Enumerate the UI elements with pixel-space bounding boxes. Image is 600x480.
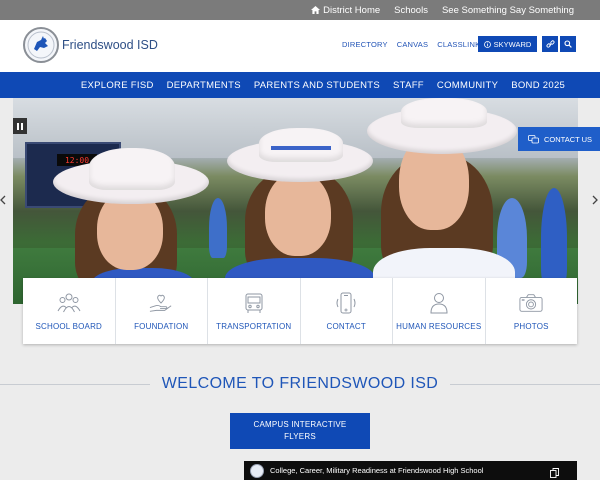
directory-link[interactable]: DIRECTORY [342, 40, 388, 49]
quick-links-bar: SCHOOL BOARD FOUNDATION TRANSPORTATION C… [23, 278, 577, 344]
slideshow-previous-button[interactable] [0, 194, 6, 208]
hero-slideshow-image: 12:00 [13, 98, 578, 304]
chevron-right-icon [592, 195, 598, 205]
district-logo[interactable] [23, 27, 59, 63]
contact-us-label: CONTACT US [544, 134, 593, 144]
quick-link-foundation[interactable]: FOUNDATION [116, 278, 208, 344]
quick-link-photos[interactable]: PHOTOS [486, 278, 578, 344]
slideshow-pause-button[interactable] [13, 118, 27, 134]
district-home-link[interactable]: District Home [311, 5, 380, 16]
hand-heart-icon [149, 291, 173, 315]
nav-staff[interactable]: STAFF [393, 80, 424, 91]
link-icon [545, 39, 555, 48]
header-links: DIRECTORY CANVAS CLASSLINK [342, 40, 480, 49]
site-name[interactable]: Friendswood ISD [62, 38, 158, 52]
skyward-button[interactable]: SKYWARD [478, 36, 537, 52]
nav-departments[interactable]: DEPARTMENTS [167, 80, 241, 91]
dancer-face [265, 172, 331, 256]
quick-link-label: HUMAN RESOURCES [396, 322, 482, 331]
quick-link-label: CONTACT [326, 322, 366, 331]
nav-community[interactable]: COMMUNITY [437, 80, 498, 91]
search-icon [564, 40, 572, 48]
nav-explore-fisd[interactable]: EXPLORE FISD [81, 80, 154, 91]
district-home-label: District Home [323, 4, 381, 16]
nav-bond-2025[interactable]: BOND 2025 [511, 80, 565, 91]
quick-link-human-resources[interactable]: HUMAN RESOURCES [393, 278, 486, 344]
quick-link-label: TRANSPORTATION [216, 322, 292, 331]
info-icon [483, 40, 491, 48]
canvas-link[interactable]: CANVAS [397, 40, 429, 49]
welcome-section: WELCOME TO FRIENDSWOOD ISD [0, 373, 600, 395]
home-icon [311, 6, 321, 14]
person-icon [427, 291, 451, 315]
bus-icon [242, 291, 266, 315]
divider [450, 384, 600, 385]
people-group-icon [57, 291, 81, 315]
dancer-hat-crown [89, 148, 175, 190]
contact-us-tab[interactable]: CONTACT US [518, 127, 600, 151]
search-button[interactable] [560, 36, 576, 52]
dancer-hat-crown [401, 98, 487, 128]
slideshow-next-button[interactable] [592, 194, 598, 208]
chevron-left-icon [0, 195, 6, 205]
video-title[interactable]: College, Career, Military Readiness at F… [270, 466, 483, 475]
quick-links-button[interactable] [542, 36, 558, 52]
channel-avatar[interactable] [250, 463, 264, 478]
utility-bar: District Home Schools See Something Say … [0, 0, 600, 20]
see-something-say-something-link[interactable]: See Something Say Something [442, 5, 574, 16]
camera-icon [519, 291, 543, 315]
dancer-hat-band [271, 146, 331, 150]
quick-link-transportation[interactable]: TRANSPORTATION [208, 278, 301, 344]
background-person [209, 198, 227, 258]
quick-link-label: FOUNDATION [134, 322, 189, 331]
quick-link-school-board[interactable]: SCHOOL BOARD [23, 278, 116, 344]
nav-parents-and-students[interactable]: PARENTS AND STUDENTS [254, 80, 380, 91]
copy-link-icon[interactable] [550, 465, 559, 480]
quick-link-label: PHOTOS [513, 322, 549, 331]
campus-interactive-flyers-button[interactable]: CAMPUS INTERACTIVE FLYERS [230, 413, 370, 449]
mustang-seal-icon [27, 31, 55, 59]
site-header: Friendswood ISD DIRECTORY CANVAS CLASSLI… [0, 20, 600, 72]
pause-icon [17, 122, 23, 130]
embedded-video[interactable]: College, Career, Military Readiness at F… [244, 461, 577, 480]
welcome-heading: WELCOME TO FRIENDSWOOD ISD [149, 375, 451, 393]
schools-link[interactable]: Schools [394, 5, 428, 16]
divider [0, 384, 150, 385]
quick-link-label: SCHOOL BOARD [35, 322, 103, 331]
classlink-link[interactable]: CLASSLINK [437, 40, 480, 49]
main-nav: EXPLORE FISD DEPARTMENTS PARENTS AND STU… [0, 72, 600, 98]
phone-icon [334, 291, 358, 315]
quick-link-contact[interactable]: CONTACT [301, 278, 393, 344]
chat-bubbles-icon [528, 134, 539, 143]
background-person [541, 188, 567, 288]
skyward-label: SKYWARD [493, 39, 532, 49]
dancer-hat-crown [259, 128, 343, 162]
